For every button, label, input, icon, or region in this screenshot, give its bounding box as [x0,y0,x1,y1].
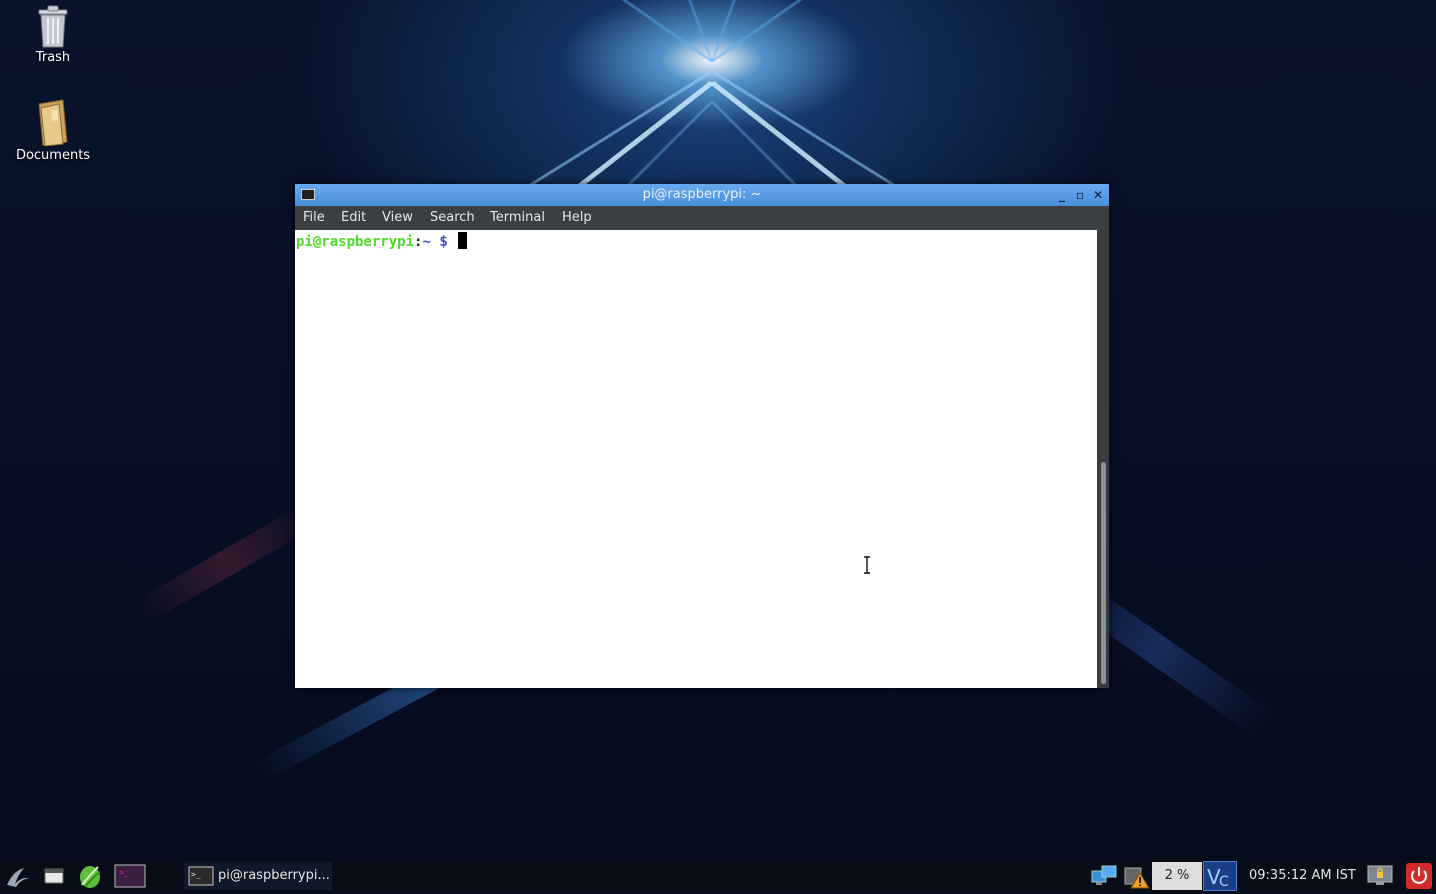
menu-help[interactable]: Help [560,209,594,226]
maximize-icon[interactable]: ▫ [1073,187,1087,203]
svg-text:C: C [1219,874,1229,890]
terminal-task-icon: >_ [188,866,214,886]
taskbar: >_ >_ pi@raspberrypi... 2 % V C 09:35:12… [0,860,1436,892]
vnc-icon[interactable]: V C [1203,861,1237,891]
prompt-symbol: $ [430,234,457,250]
menu-edit[interactable]: Edit [339,209,368,226]
minimize-icon[interactable]: _ [1055,187,1069,203]
menu-view[interactable]: View [380,209,415,226]
window-title: pi@raspberrypi: ~ [642,187,762,202]
desktop-icon-label: Documents [15,148,91,163]
terminal-window[interactable]: pi@raspberrypi: ~ _ ▫ ✕ File Edit View S… [295,184,1109,688]
menu-terminal[interactable]: Terminal [488,209,547,226]
menu-file[interactable]: File [301,209,327,226]
folder-icon [33,98,73,147]
trash-icon [36,4,70,48]
close-icon[interactable]: ✕ [1091,187,1105,203]
file-manager-icon[interactable] [40,863,68,889]
taskbar-window-button[interactable]: >_ pi@raspberrypi... [184,862,332,890]
svg-text:>_: >_ [119,868,129,877]
scrollbar-thumb[interactable] [1101,462,1106,684]
prompt-user-host: pi@raspberrypi [296,234,415,250]
ibeam-cursor-icon [863,556,871,574]
lock-screen-icon[interactable] [1366,863,1394,889]
taskbar-window-label: pi@raspberrypi... [218,868,330,883]
clock[interactable]: 09:35:12 AM IST [1249,868,1356,883]
warning-icon[interactable] [1122,863,1150,889]
network-icon[interactable] [1090,863,1118,889]
svg-text:>_: >_ [191,870,201,879]
terminal-icon[interactable]: >_ [114,863,146,889]
window-titlebar[interactable]: pi@raspberrypi: ~ _ ▫ ✕ [295,184,1109,206]
power-icon[interactable] [1406,863,1432,889]
terminal-text-area[interactable]: pi@raspberrypi:~ $ [295,230,1097,688]
prompt-line: pi@raspberrypi:~ $ [296,232,468,250]
menu-bar: File Edit View Search Terminal Help [295,206,1109,230]
web-browser-icon[interactable] [76,863,104,889]
desktop-icon-trash[interactable]: Trash [8,4,98,65]
cpu-usage-monitor[interactable]: 2 % [1152,862,1202,890]
prompt-path: ~ [422,234,431,250]
desktop-icon-documents[interactable]: Documents [8,98,98,163]
menu-search[interactable]: Search [428,209,477,226]
app-menu-icon[interactable] [4,863,32,889]
terminal-scrollbar[interactable] [1097,230,1109,688]
desktop-icon-label: Trash [35,50,71,65]
text-cursor [458,232,468,249]
